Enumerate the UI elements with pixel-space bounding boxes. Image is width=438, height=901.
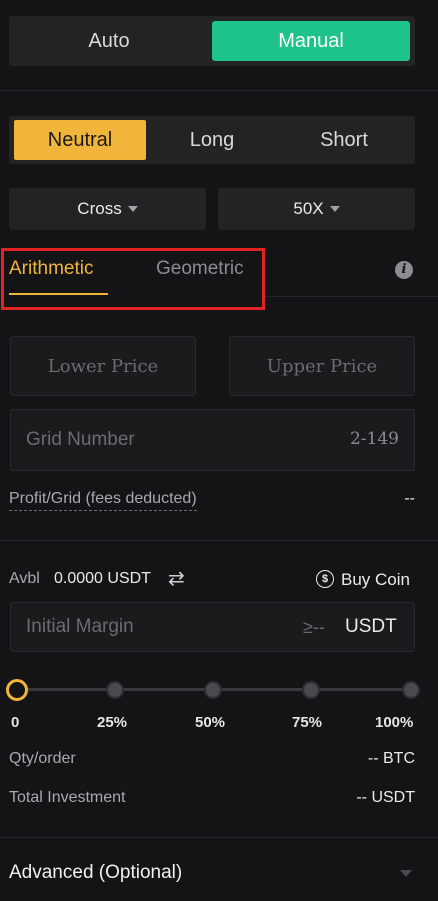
grid-number-placeholder: Grid Number bbox=[26, 429, 135, 450]
upper-price-input[interactable]: Upper Price bbox=[229, 336, 415, 396]
long-tab[interactable]: Long bbox=[146, 116, 278, 164]
margin-unit: USDT bbox=[345, 616, 397, 637]
profit-grid-label[interactable]: Profit/Grid (fees deducted) bbox=[9, 490, 197, 511]
upper-price-placeholder: Upper Price bbox=[266, 355, 378, 377]
info-icon[interactable]: i bbox=[395, 261, 413, 279]
margin-slider[interactable] bbox=[6, 679, 424, 701]
slider-label-0: 0 bbox=[11, 714, 20, 731]
grid-number-input[interactable]: Grid Number 2-149 bbox=[10, 409, 415, 471]
slider-label-25: 25% bbox=[97, 714, 128, 731]
qty-order-label: Qty/order bbox=[9, 750, 76, 767]
slider-handle[interactable] bbox=[6, 679, 28, 701]
transfer-icon[interactable]: ⇄ bbox=[168, 566, 185, 591]
neutral-tab[interactable]: Neutral bbox=[14, 120, 146, 160]
lower-price-placeholder: Lower Price bbox=[47, 355, 159, 377]
caret-down-icon bbox=[329, 206, 340, 212]
leverage-dropdown[interactable]: 50X bbox=[218, 188, 415, 230]
advanced-section[interactable]: Advanced (Optional) bbox=[0, 840, 438, 901]
avbl-value: 0.0000 USDT bbox=[54, 570, 151, 587]
total-investment-value: -- USDT bbox=[356, 789, 415, 806]
slider-label-100: 100% bbox=[375, 714, 414, 731]
direction-toggle: Neutral Long Short bbox=[9, 116, 415, 164]
avbl-label: Avbl bbox=[9, 570, 40, 587]
caret-down-icon bbox=[127, 206, 138, 212]
divider bbox=[0, 837, 438, 838]
mode-toggle: Auto Manual bbox=[9, 16, 415, 66]
buy-coin-link[interactable]: Buy Coin bbox=[341, 570, 410, 590]
total-investment-label: Total Investment bbox=[9, 789, 126, 806]
profit-grid-value: -- bbox=[404, 490, 415, 507]
tab-geometric[interactable]: Geometric bbox=[156, 258, 244, 280]
tab-arithmetic[interactable]: Arithmetic bbox=[9, 258, 93, 280]
slider-label-50: 50% bbox=[195, 714, 226, 731]
slider-label-75: 75% bbox=[292, 714, 323, 731]
divider bbox=[0, 540, 438, 541]
dollar-coin-icon[interactable]: $ bbox=[316, 570, 334, 588]
tab-arithmetic-underline bbox=[9, 293, 108, 295]
grid-range: 2-149 bbox=[349, 429, 399, 449]
initial-margin-placeholder: Initial Margin bbox=[26, 616, 134, 637]
initial-margin-input[interactable]: Initial Margin ≥-- USDT bbox=[10, 602, 415, 652]
chevron-down-icon bbox=[400, 870, 412, 877]
margin-mode-dropdown[interactable]: Cross bbox=[9, 188, 206, 230]
slider-stop-100[interactable] bbox=[402, 681, 420, 699]
slider-stop-50[interactable] bbox=[204, 681, 222, 699]
slider-stop-25[interactable] bbox=[106, 681, 124, 699]
leverage-value: 50X bbox=[293, 199, 324, 218]
tabs-divider bbox=[265, 296, 438, 297]
divider bbox=[0, 90, 438, 91]
advanced-label: Advanced (Optional) bbox=[9, 862, 183, 883]
qty-order-value: -- BTC bbox=[367, 750, 415, 767]
margin-min: ≥-- bbox=[303, 617, 325, 637]
manual-tab[interactable]: Manual bbox=[212, 21, 410, 61]
margin-mode-value: Cross bbox=[77, 199, 122, 218]
auto-tab[interactable]: Auto bbox=[9, 16, 209, 66]
short-tab[interactable]: Short bbox=[278, 116, 410, 164]
lower-price-input[interactable]: Lower Price bbox=[10, 336, 196, 396]
slider-stop-75[interactable] bbox=[302, 681, 320, 699]
